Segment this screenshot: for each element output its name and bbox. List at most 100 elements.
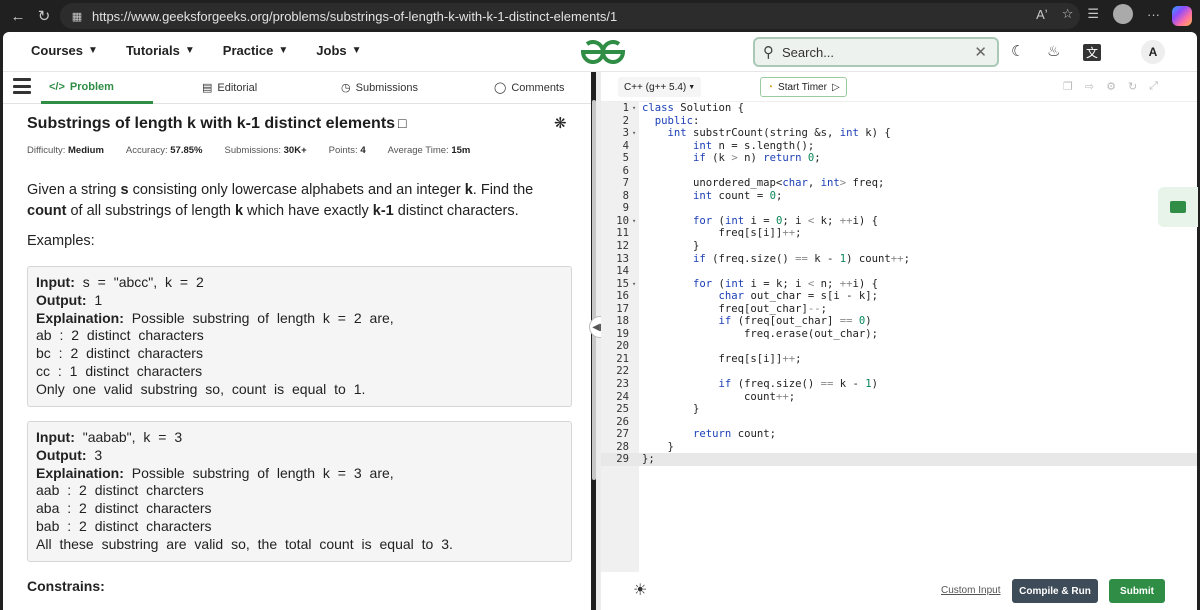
- address-bar[interactable]: ▦ https://www.geeksforgeeks.org/problems…: [60, 3, 1080, 29]
- code-line[interactable]: 20: [601, 340, 1197, 353]
- line-number: 4: [622, 139, 629, 152]
- dark-mode-moon-icon[interactable]: ☾: [1011, 42, 1024, 60]
- code-line[interactable]: 19 freq.erase(out_char);: [601, 328, 1197, 341]
- nav-practice[interactable]: Practice ▼: [223, 43, 289, 58]
- settings-gear-icon[interactable]: ⚙: [1106, 80, 1116, 93]
- submit-button[interactable]: Submit: [1109, 579, 1165, 603]
- line-number: 26: [616, 415, 629, 428]
- output-label: Output:: [36, 291, 87, 308]
- code-line[interactable]: 24 count++;: [601, 391, 1197, 404]
- more-menu-icon[interactable]: ···: [1147, 7, 1160, 22]
- copilot-icon[interactable]: [1172, 6, 1192, 26]
- code-line[interactable]: 2 public:: [601, 115, 1197, 128]
- tab-problem[interactable]: </> Problem: [49, 81, 114, 93]
- examples-heading: Examples:: [27, 233, 95, 249]
- menu-hamburger-icon[interactable]: [13, 78, 31, 94]
- chevron-down-icon: ▼: [688, 83, 696, 91]
- language-select[interactable]: C++ (g++ 5.4) ▼: [618, 77, 702, 97]
- problem-title: Substrings of length k with k-1 distinct…: [27, 115, 407, 133]
- favorite-star-icon[interactable]: ☆: [1062, 6, 1074, 22]
- code-text: for (int i = k; i < n; ++i) {: [693, 277, 879, 290]
- tab-editorial[interactable]: ▤ Editorial: [202, 81, 257, 95]
- code-line[interactable]: 27 return count;: [601, 428, 1197, 441]
- fold-arrow-icon[interactable]: ▾: [632, 102, 636, 115]
- tab-comments[interactable]: ◯ Comments: [494, 81, 565, 95]
- nav-courses[interactable]: Courses ▼: [31, 43, 98, 58]
- notification-bell-icon[interactable]: ♨: [1047, 42, 1060, 60]
- code-text: int substrCount(string &s, int k) {: [667, 127, 891, 140]
- fullscreen-icon[interactable]: ⤢: [1149, 80, 1158, 93]
- tab-submissions[interactable]: ◷ Submissions: [341, 81, 418, 95]
- nav-tutorials[interactable]: Tutorials ▼: [126, 43, 195, 58]
- chat-button[interactable]: [1158, 187, 1198, 227]
- favorites-list-icon[interactable]: ☰: [1087, 6, 1099, 22]
- code-line[interactable]: 11 freq[s[i]]++;: [601, 227, 1197, 240]
- code-line[interactable]: 23 if (freq.size() == k - 1): [601, 378, 1197, 391]
- tab-submissions-label: Submissions: [355, 81, 418, 94]
- code-text: };: [642, 453, 655, 466]
- code-line[interactable]: 5 if (k > n) return 0;: [601, 152, 1197, 165]
- lightbulb-icon[interactable]: ☀: [633, 580, 647, 600]
- copy-icon[interactable]: ❐: [1063, 80, 1073, 93]
- gfg-logo-icon[interactable]: [578, 40, 628, 64]
- difficulty-value: Medium: [68, 145, 104, 156]
- code-line[interactable]: 14: [601, 265, 1197, 278]
- clear-search-icon[interactable]: ✕: [974, 43, 987, 61]
- code-line[interactable]: 29};: [601, 453, 1197, 466]
- report-bug-icon[interactable]: ❋: [554, 114, 567, 132]
- line-number: 15: [616, 277, 629, 290]
- back-icon[interactable]: ←: [4, 2, 32, 30]
- fold-arrow-icon[interactable]: ▾: [632, 127, 636, 140]
- user-avatar[interactable]: A: [1141, 40, 1165, 64]
- example-line: bc : 2 distinct characters: [36, 345, 203, 362]
- code-line[interactable]: 26: [601, 416, 1197, 429]
- code-line[interactable]: 12 }: [601, 240, 1197, 253]
- custom-input-link[interactable]: Custom Input: [941, 585, 1000, 596]
- code-line[interactable]: 6: [601, 165, 1197, 178]
- line-number: 23: [616, 378, 629, 391]
- expl-value: Possible substring of length k = 3 are,: [131, 464, 394, 481]
- line-number: 25: [616, 403, 629, 416]
- code-line[interactable]: 28 }: [601, 441, 1197, 454]
- code-line[interactable]: 18 if (freq[out_char] == 0): [601, 315, 1197, 328]
- fold-arrow-icon[interactable]: ▾: [632, 215, 636, 228]
- code-line[interactable]: 10 ▾ for (int i = 0; i < k; ++i) {: [601, 215, 1197, 228]
- code-line[interactable]: 13 if (freq.size() == k - 1) count++;: [601, 253, 1197, 266]
- code-line[interactable]: 9: [601, 202, 1197, 215]
- fold-arrow-icon[interactable]: ▾: [632, 278, 636, 291]
- problem-tabs: </> Problem ▤ Editorial ◷ Submissions ◯ …: [3, 72, 591, 104]
- code-line[interactable]: 25 }: [601, 403, 1197, 416]
- code-text: public:: [654, 114, 700, 127]
- code-line[interactable]: 22: [601, 365, 1197, 378]
- code-lines[interactable]: 1 ▾ class Solution {2 public: 3 ▾ int substr…: [601, 102, 1197, 466]
- reload-icon[interactable]: ↻: [30, 2, 58, 30]
- translate-icon[interactable]: 文: [1083, 44, 1102, 61]
- browser-profile-avatar[interactable]: [1113, 4, 1133, 24]
- code-line[interactable]: 17 freq[out_char]--;: [601, 303, 1197, 316]
- line-number: 5: [622, 152, 629, 165]
- start-timer-button[interactable]: ◔ Start Timer ▷: [760, 77, 847, 97]
- code-line[interactable]: 7 unordered_map<char, int> freq;: [601, 177, 1197, 190]
- code-line[interactable]: 8 int count = 0;: [601, 190, 1197, 203]
- code-line[interactable]: 16 char out_char = s[i - k];: [601, 290, 1197, 303]
- line-number: 29: [616, 453, 629, 466]
- export-icon[interactable]: ⇨: [1085, 80, 1094, 93]
- code-line[interactable]: 1 ▾ class Solution {: [601, 102, 1197, 115]
- compile-run-button[interactable]: Compile & Run: [1012, 579, 1098, 603]
- site-info-icon[interactable]: ▦: [70, 9, 84, 23]
- code-line[interactable]: 21 freq[s[i]]++;: [601, 353, 1197, 366]
- reset-icon[interactable]: ↻: [1128, 80, 1137, 93]
- code-editor[interactable]: 1 ▾ class Solution {2 public: 3 ▾ int substr…: [601, 102, 1197, 572]
- bookmark-icon[interactable]: □: [398, 115, 406, 131]
- code-text: class Solution {: [642, 102, 745, 114]
- code-line[interactable]: 4 int n = s.length();: [601, 140, 1197, 153]
- code-line[interactable]: 15 ▾ for (int i = k; i < n; ++i) {: [601, 278, 1197, 291]
- search-input[interactable]: ⚲ Search... ✕: [753, 37, 999, 67]
- line-number: 6: [622, 164, 629, 177]
- desc-part: distinct characters.: [393, 203, 519, 219]
- read-aloud-icon[interactable]: Aʼ: [1036, 7, 1048, 22]
- editor-panel: C++ (g++ 5.4) ▼ ◔ Start Timer ▷ ❐ ⇨ ⚙ ↻ ⤢…: [601, 72, 1197, 610]
- points-meta: Points: 4: [329, 145, 366, 156]
- code-line[interactable]: 3 ▾ int substrCount(string &s, int k) {: [601, 127, 1197, 140]
- nav-jobs[interactable]: Jobs ▼: [316, 43, 361, 58]
